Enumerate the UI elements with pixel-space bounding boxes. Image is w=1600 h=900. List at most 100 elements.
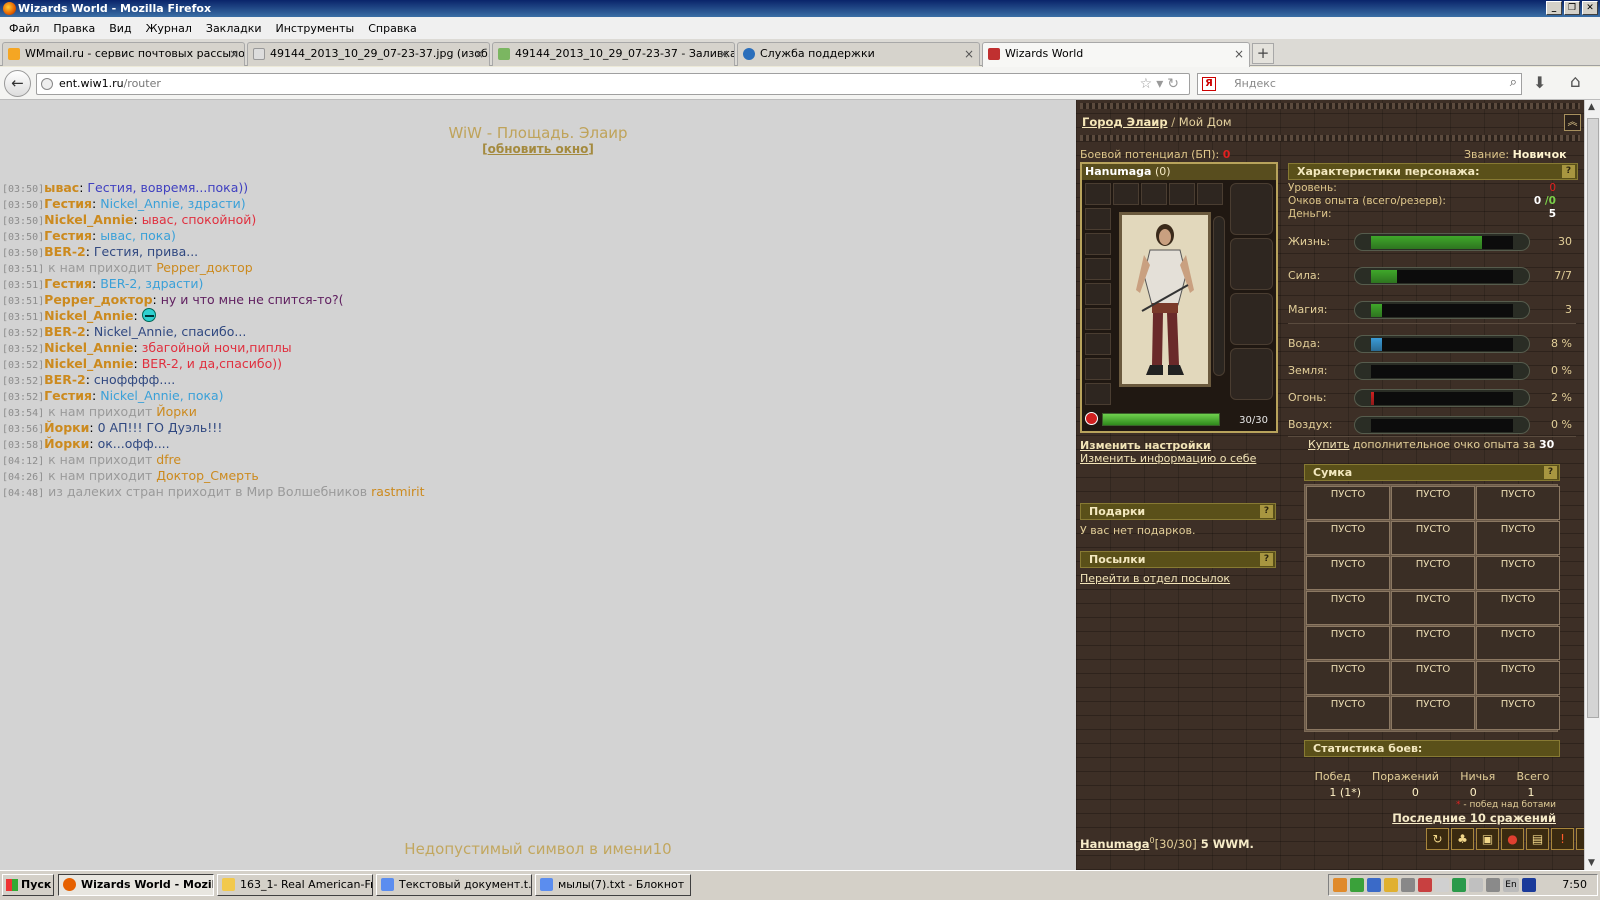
equip-slot[interactable] [1197, 183, 1223, 205]
player-nick[interactable]: Nickel_Annie [44, 340, 133, 355]
tab-image[interactable]: 49144_2013_10_29_07-23-37.jpg (изоб... × [247, 42, 490, 66]
player-nick[interactable]: Гестия [44, 196, 92, 211]
menu-edit[interactable]: Правка [46, 22, 102, 35]
change-about-link[interactable]: Изменить информацию о себе [1080, 452, 1256, 465]
arriving-player-name[interactable]: rastmirit [371, 484, 424, 499]
city-link[interactable]: Город Элаир [1082, 115, 1168, 129]
arriving-player-name[interactable]: Йорки [156, 404, 197, 419]
bag-slot[interactable]: ПУСТО [1306, 661, 1390, 695]
bag-slot[interactable]: ПУСТО [1476, 591, 1560, 625]
scroll-up-icon[interactable]: ▲ [1588, 102, 1595, 112]
tray-network-icon[interactable] [1367, 878, 1381, 892]
player-nick[interactable]: Nickel_Annie [44, 308, 133, 323]
start-button[interactable]: Пуск [2, 874, 54, 896]
bag-slot[interactable]: ПУСТО [1476, 661, 1560, 695]
tray-antivirus-icon[interactable] [1418, 878, 1432, 892]
tray-grid-icon[interactable] [1435, 878, 1449, 892]
bag-slot[interactable]: ПУСТО [1391, 591, 1475, 625]
tray-arrow-icon[interactable] [1522, 878, 1536, 892]
tray-speaker-icon[interactable] [1469, 878, 1483, 892]
helmet-slot[interactable] [1230, 183, 1273, 235]
character-profile-link[interactable]: Hanumaga [1080, 837, 1150, 851]
close-tab-icon[interactable]: × [719, 43, 729, 65]
player-nick[interactable]: BER-2 [44, 324, 86, 339]
tab-wmmail[interactable]: WMmail.ru - сервис почтовых рассылок... … [2, 42, 245, 66]
menu-file[interactable]: Файл [2, 22, 46, 35]
change-settings-link[interactable]: Изменить настройки [1080, 439, 1256, 452]
bag-slot[interactable]: ПУСТО [1391, 696, 1475, 730]
tray-monitor-icon[interactable] [1486, 878, 1500, 892]
equip-slot[interactable] [1141, 183, 1167, 205]
chevron-up-icon[interactable]: ︽ [1564, 114, 1581, 131]
player-nick[interactable]: BER-2 [44, 244, 86, 259]
player-nick[interactable]: BER-2 [44, 372, 86, 387]
bag-slot[interactable]: ПУСТО [1306, 521, 1390, 555]
player-nick[interactable]: Гестия [44, 276, 92, 291]
player-nick[interactable]: Nickel_Annie [44, 212, 133, 227]
player-nick[interactable]: Nickel_Annie [44, 356, 133, 371]
task-text-document[interactable]: Текстовый документ.t... [376, 874, 532, 896]
chest-icon[interactable]: ▣ [1476, 828, 1499, 850]
minimize-button[interactable]: _ [1546, 1, 1562, 15]
equip-slot[interactable] [1113, 183, 1139, 205]
close-tab-icon[interactable]: × [474, 43, 484, 65]
url-bar[interactable]: ent.wiw1.ru/router ☆▾↻ [36, 73, 1190, 95]
bag-slot[interactable]: ПУСТО [1306, 591, 1390, 625]
bag-slot[interactable]: ПУСТО [1476, 521, 1560, 555]
equip-slot[interactable] [1085, 358, 1111, 380]
equip-slot[interactable] [1085, 383, 1111, 405]
equip-slot[interactable] [1085, 233, 1111, 255]
tray-app-icon[interactable] [1333, 878, 1347, 892]
menu-help[interactable]: Справка [361, 22, 423, 35]
menu-history[interactable]: Журнал [139, 22, 199, 35]
help-icon[interactable]: ? [1544, 466, 1557, 479]
last-10-battles-link[interactable]: Последние 10 сражений [1392, 811, 1556, 825]
language-indicator[interactable]: En [1503, 878, 1519, 892]
tray-volume-icon[interactable] [1401, 878, 1415, 892]
task-firefox[interactable]: Wizards World - Mozil... [58, 874, 214, 896]
parcels-link[interactable]: Перейти в отдел посылок [1080, 572, 1230, 585]
back-button[interactable]: ← [4, 70, 31, 97]
menu-bookmarks[interactable]: Закладки [199, 22, 269, 35]
equip-slot[interactable] [1169, 183, 1195, 205]
bag-slot[interactable]: ПУСТО [1306, 626, 1390, 660]
search-icon[interactable]: ⌕ [1510, 75, 1517, 90]
book-icon[interactable]: ▤ [1526, 828, 1549, 850]
dropdown-arrow-icon[interactable]: ▾ [1156, 76, 1167, 92]
page-scrollbar[interactable]: ▲ ▼ [1584, 100, 1600, 870]
bag-slot[interactable]: ПУСТО [1391, 661, 1475, 695]
equip-slot[interactable] [1085, 208, 1111, 230]
menu-view[interactable]: Вид [102, 22, 138, 35]
bag-slot[interactable]: ПУСТО [1476, 626, 1560, 660]
help-icon[interactable]: ? [1260, 553, 1273, 566]
shield-slot[interactable] [1230, 293, 1273, 345]
arriving-player-name[interactable]: dfre [156, 452, 181, 467]
equip-slot[interactable] [1085, 258, 1111, 280]
close-tab-icon[interactable]: × [229, 43, 239, 65]
fruit-icon[interactable]: ● [1501, 828, 1524, 850]
bag-slot[interactable]: ПУСТО [1391, 556, 1475, 590]
tray-check-icon[interactable] [1350, 878, 1364, 892]
bookmark-star-icon[interactable]: ☆ [1140, 76, 1157, 92]
bag-slot[interactable]: ПУСТО [1391, 626, 1475, 660]
tree-icon[interactable]: ♣ [1451, 828, 1474, 850]
refresh-icon[interactable]: ↻ [1426, 828, 1449, 850]
bag-slot[interactable]: ПУСТО [1391, 486, 1475, 520]
buy-xp-link[interactable]: Купить [1308, 438, 1350, 451]
equip-slot[interactable] [1085, 183, 1111, 205]
player-nick[interactable]: Pepper_доктор [44, 292, 152, 307]
task-folder[interactable]: 163_1- Real American-Fr... [217, 874, 373, 896]
armor-slot[interactable] [1230, 348, 1273, 400]
home-icon[interactable]: ⌂ [1570, 72, 1581, 92]
download-icon[interactable]: ⬇ [1533, 73, 1546, 92]
tab-upload[interactable]: 49144_2013_10_29_07-23-37 - Заливка... × [492, 42, 735, 66]
bag-slot[interactable]: ПУСТО [1306, 556, 1390, 590]
weapon-slot[interactable] [1230, 238, 1273, 290]
close-tab-icon[interactable]: × [1234, 43, 1244, 65]
bag-slot[interactable]: ПУСТО [1476, 696, 1560, 730]
player-nick[interactable]: Гестия [44, 228, 92, 243]
tab-support[interactable]: Служба поддержки × [737, 42, 980, 66]
scrollbar-thumb[interactable] [1587, 118, 1599, 718]
help-icon[interactable]: ? [1260, 505, 1273, 518]
arriving-player-name[interactable]: Доктор_Смерть [156, 468, 259, 483]
